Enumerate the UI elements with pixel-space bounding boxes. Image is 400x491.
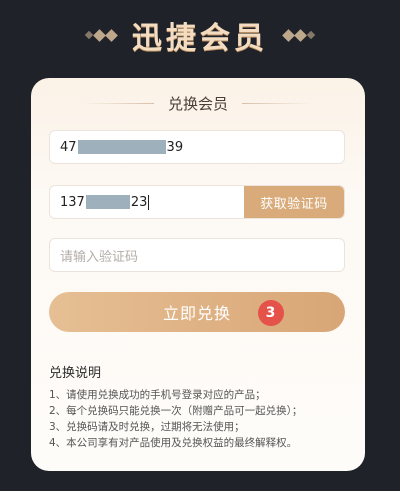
rule-item: 4、本公司享有对产品使用及兑换权益的最终解释权。	[49, 437, 298, 449]
get-code-button[interactable]: 获取验证码	[244, 186, 344, 218]
header-decoration-right	[282, 28, 316, 42]
rule-item: 2、每个兑换码只能兑换一次（附赠产品可一起兑换）；	[49, 405, 303, 417]
phone-prefix: 137	[60, 194, 85, 210]
verify-code-input[interactable]: 请输入验证码	[49, 238, 345, 272]
redeem-code-input[interactable]: 47 39	[49, 130, 345, 164]
redeem-code-prefix: 47	[60, 139, 77, 155]
redeem-button-label: 立即兑换	[162, 304, 231, 323]
rules-title: 兑换说明	[49, 366, 102, 381]
redeem-code-suffix: 39	[166, 139, 184, 155]
card-title-row: 兑换会员	[31, 88, 365, 118]
rule-item: 3、兑换码请及时兑换，过期将无法使用；	[49, 421, 245, 433]
card-title: 兑换会员	[167, 94, 228, 113]
rule-item: 1、请使用兑换成功的手机号登录对应的产品；	[49, 389, 266, 401]
phone-input[interactable]: 137 23 获取验证码	[49, 185, 345, 219]
title-divider-right	[242, 102, 312, 104]
phone-mask	[85, 195, 130, 209]
verify-code-placeholder: 请输入验证码	[60, 249, 139, 265]
title-divider-left	[83, 102, 154, 104]
redeem-button[interactable]: 立即兑换 3	[49, 292, 345, 332]
page-header: 迅捷会员	[0, 0, 400, 70]
step-badge: 3	[258, 300, 284, 326]
redeem-card: 兑换会员 47 39 137 23 获取验证码 请输入验证码 立即兑换 3 兑换…	[31, 78, 365, 471]
redeem-code-mask	[77, 140, 166, 154]
text-caret	[148, 194, 150, 210]
header-decoration-left	[84, 28, 118, 42]
rules-list: 1、请使用兑换成功的手机号登录对应的产品； 2、每个兑换码只能兑换一次（附赠产品…	[49, 387, 349, 451]
phone-suffix: 23	[130, 194, 148, 210]
page-title: 迅捷会员	[132, 21, 268, 56]
